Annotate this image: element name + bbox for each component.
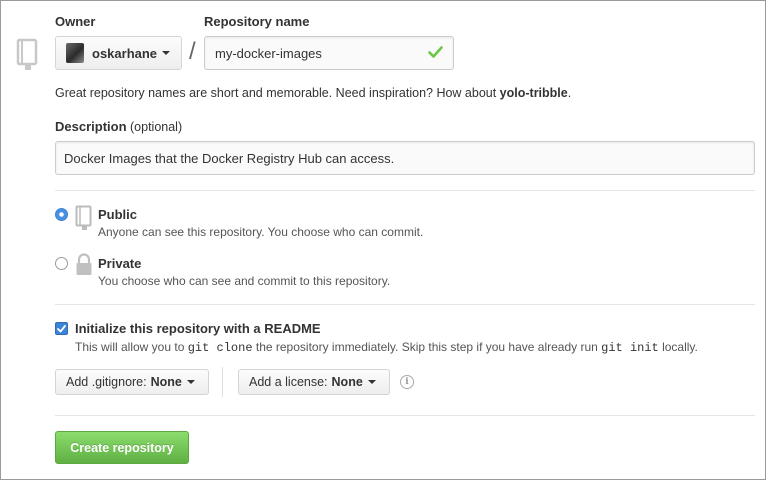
- gitignore-label: Add .gitignore:: [66, 375, 147, 389]
- divider: [55, 304, 755, 305]
- owner-label: Owner: [55, 14, 96, 29]
- create-repository-button[interactable]: Create repository: [55, 431, 189, 464]
- info-icon[interactable]: i: [400, 375, 414, 389]
- hint-suffix: .: [567, 86, 572, 100]
- description-input[interactable]: Docker Images that the Docker Registry H…: [55, 141, 755, 175]
- license-label: Add a license:: [249, 375, 328, 389]
- private-radio[interactable]: [55, 257, 68, 270]
- lock-icon: [75, 253, 93, 280]
- public-radio[interactable]: [55, 208, 68, 221]
- repo-icon: [16, 38, 40, 72]
- git-clone-code: git clone: [187, 341, 253, 355]
- optional-tag: (optional): [130, 120, 183, 134]
- divider: [222, 367, 223, 397]
- repository-name-label: Repository name: [204, 14, 310, 29]
- readme-checkbox[interactable]: [55, 322, 68, 335]
- private-subtitle: You choose who can see and commit to thi…: [98, 274, 391, 288]
- license-select[interactable]: Add a license: None: [238, 369, 390, 395]
- readme-label[interactable]: Initialize this repository with a README: [75, 321, 321, 336]
- repository-name-input[interactable]: my-docker-images: [204, 36, 454, 70]
- divider: [55, 415, 755, 416]
- gitignore-select[interactable]: Add .gitignore: None: [55, 369, 209, 395]
- chevron-down-icon: [186, 380, 195, 384]
- readme-help: This will allow you to git clone the rep…: [75, 340, 698, 355]
- repository-name-value: my-docker-images: [215, 45, 322, 61]
- hint-text: Great repository names are short and mem…: [55, 86, 500, 100]
- license-value: None: [331, 375, 363, 389]
- repository-name-hint: Great repository names are short and mem…: [55, 86, 571, 100]
- description-label-text: Description: [55, 119, 127, 134]
- private-title: Private: [98, 256, 142, 271]
- readme-help-text: the repository immediately. Skip this st…: [252, 340, 602, 354]
- owner-username: oskarhane: [92, 45, 158, 61]
- checkmark-icon: [57, 324, 66, 332]
- readme-help-text: locally.: [658, 340, 698, 354]
- suggestion-link[interactable]: yolo-tribble: [500, 86, 568, 100]
- book-icon: [75, 205, 93, 234]
- description-label: Description (optional): [55, 119, 182, 134]
- public-subtitle: Anyone can see this repository. You choo…: [98, 225, 424, 239]
- check-icon: [428, 45, 443, 61]
- chevron-down-icon: [367, 380, 376, 384]
- public-title: Public: [98, 207, 138, 222]
- readme-help-text: This will allow you to: [75, 340, 188, 354]
- gitignore-value: None: [150, 375, 182, 389]
- git-init-code: git init: [601, 341, 659, 355]
- description-value: Docker Images that the Docker Registry H…: [64, 150, 395, 166]
- avatar: [66, 43, 84, 63]
- path-separator: /: [189, 38, 196, 65]
- owner-select[interactable]: oskarhane: [55, 36, 182, 70]
- page-frame: [0, 0, 766, 480]
- chevron-down-icon: [162, 51, 171, 55]
- divider: [55, 190, 755, 191]
